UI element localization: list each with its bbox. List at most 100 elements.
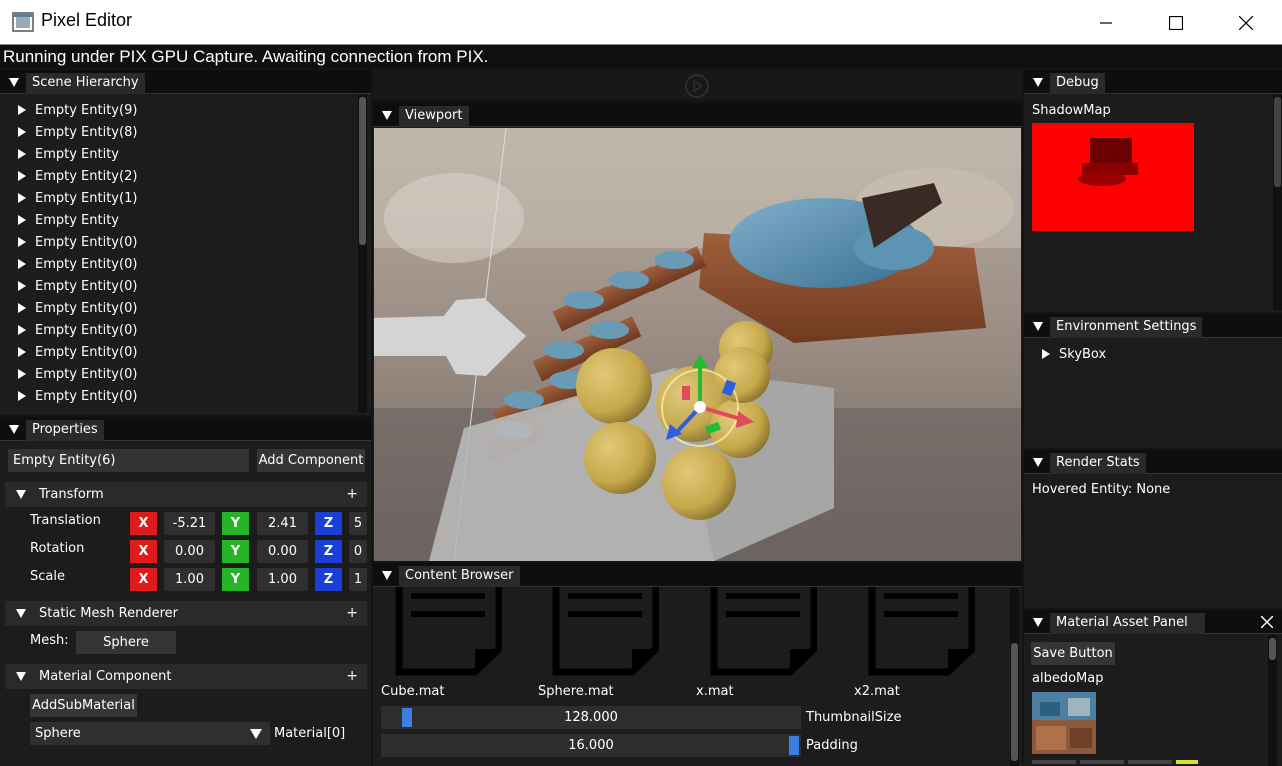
tab-environment-settings[interactable]: Environment Settings bbox=[1050, 317, 1203, 338]
scale-y-field[interactable]: 1.00 bbox=[257, 568, 308, 591]
material-component-header[interactable]: Material Component + bbox=[5, 664, 367, 689]
thumbnail-size-slider[interactable]: 128.000 bbox=[381, 706, 801, 729]
file-name[interactable]: Sphere.mat bbox=[538, 684, 614, 699]
tab-render-stats[interactable]: Render Stats bbox=[1050, 453, 1146, 474]
hierarchy-item[interactable]: Empty Entity(0) bbox=[18, 365, 137, 385]
texture-slot-bar bbox=[1032, 760, 1076, 764]
hierarchy-item-label: Empty Entity(0) bbox=[35, 367, 138, 382]
hierarchy-item[interactable]: Empty Entity(0) bbox=[18, 277, 137, 297]
translation-z-field[interactable]: 5 bbox=[349, 512, 367, 535]
file-icon[interactable] bbox=[868, 587, 975, 677]
material-asset-scrollbar[interactable] bbox=[1268, 635, 1277, 766]
rotation-z-reset[interactable]: Z bbox=[315, 540, 342, 563]
minimize-icon bbox=[1100, 21, 1112, 24]
content-scroll-thumb[interactable] bbox=[1011, 643, 1018, 761]
mesh-selector[interactable]: Sphere bbox=[76, 631, 176, 654]
hierarchy-item[interactable]: Empty Entity bbox=[18, 211, 119, 231]
scale-x-field[interactable]: 1.00 bbox=[164, 568, 215, 591]
environment-tabstrip: Environment Settings bbox=[1024, 314, 1282, 338]
rotation-y-reset[interactable]: Y bbox=[222, 540, 249, 563]
collapse-icon[interactable] bbox=[1033, 618, 1043, 627]
hierarchy-item[interactable]: Empty Entity(2) bbox=[18, 167, 137, 187]
debug-scroll-thumb[interactable] bbox=[1274, 97, 1281, 187]
hierarchy-item[interactable]: Empty Entity bbox=[18, 145, 119, 165]
translation-x-field[interactable]: -5.21 bbox=[164, 512, 215, 535]
file-name[interactable]: x.mat bbox=[696, 684, 734, 699]
rotation-x-field[interactable]: 0.00 bbox=[164, 540, 215, 563]
translation-y-reset[interactable]: Y bbox=[222, 512, 249, 535]
translation-z-reset[interactable]: Z bbox=[315, 512, 342, 535]
translation-x-reset[interactable]: X bbox=[130, 512, 157, 535]
static-mesh-add-button[interactable]: + bbox=[346, 601, 358, 626]
scale-y-reset[interactable]: Y bbox=[222, 568, 249, 591]
collapse-icon[interactable] bbox=[382, 111, 392, 120]
file-icon[interactable] bbox=[552, 587, 659, 677]
tab-properties[interactable]: Properties bbox=[26, 420, 104, 441]
hierarchy-item[interactable]: Empty Entity(8) bbox=[18, 123, 137, 143]
hierarchy-item[interactable]: Empty Entity(0) bbox=[18, 387, 137, 407]
close-button[interactable] bbox=[1211, 0, 1281, 45]
hierarchy-item[interactable]: Empty Entity(0) bbox=[18, 343, 137, 363]
scale-z-field[interactable]: 1 bbox=[349, 568, 367, 591]
hierarchy-item[interactable]: Empty Entity(0) bbox=[18, 321, 137, 341]
tab-scene-hierarchy[interactable]: Scene Hierarchy bbox=[26, 73, 145, 94]
hierarchy-item[interactable]: Empty Entity(1) bbox=[18, 189, 137, 209]
maximize-button[interactable] bbox=[1141, 0, 1211, 45]
play-icon[interactable] bbox=[684, 73, 710, 99]
translation-y-field[interactable]: 2.41 bbox=[257, 512, 308, 535]
hierarchy-item[interactable]: Empty Entity(0) bbox=[18, 299, 137, 319]
close-icon[interactable] bbox=[1261, 616, 1273, 628]
rotation-y-field[interactable]: 0.00 bbox=[257, 540, 308, 563]
minimize-button[interactable] bbox=[1071, 0, 1141, 45]
material-component-add-button[interactable]: + bbox=[346, 664, 358, 689]
static-mesh-header[interactable]: Static Mesh Renderer + bbox=[5, 601, 367, 626]
debug-scrollbar[interactable] bbox=[1273, 95, 1282, 310]
texture-slot-bar bbox=[1176, 760, 1198, 764]
scale-z-reset[interactable]: Z bbox=[315, 568, 342, 591]
albedo-map-thumbnail[interactable] bbox=[1032, 692, 1096, 754]
tree-item-skybox[interactable]: SkyBox bbox=[1042, 345, 1106, 365]
transform-title: Transform bbox=[39, 487, 104, 502]
hierarchy-scroll-thumb[interactable] bbox=[359, 97, 366, 245]
collapse-icon[interactable] bbox=[9, 425, 19, 434]
material-asset-scroll-thumb[interactable] bbox=[1269, 638, 1276, 660]
viewport-render[interactable] bbox=[374, 128, 1021, 561]
file-icon[interactable] bbox=[710, 587, 817, 677]
collapse-icon[interactable] bbox=[1033, 78, 1043, 87]
material-asset-panel: Material Asset Panel Save Button albedoM… bbox=[1024, 610, 1282, 766]
add-sub-material-button[interactable]: AddSubMaterial bbox=[30, 694, 137, 717]
collapse-icon[interactable] bbox=[1033, 458, 1043, 467]
entity-name-input[interactable]: Empty Entity(6) bbox=[8, 449, 249, 472]
collapse-icon[interactable] bbox=[1033, 322, 1043, 331]
tab-content-browser[interactable]: Content Browser bbox=[399, 566, 520, 587]
expand-arrow-icon bbox=[18, 192, 26, 203]
hierarchy-item-label: Empty Entity(2) bbox=[35, 169, 138, 184]
scale-x-reset[interactable]: X bbox=[130, 568, 157, 591]
hierarchy-scrollbar[interactable] bbox=[358, 95, 367, 413]
add-component-button[interactable]: Add Component bbox=[257, 449, 365, 472]
collapse-icon[interactable] bbox=[382, 571, 392, 580]
transform-header[interactable]: Transform + bbox=[5, 482, 367, 507]
expand-arrow-icon bbox=[18, 280, 26, 291]
hierarchy-item[interactable]: Empty Entity(0) bbox=[18, 255, 137, 275]
content-scrollbar[interactable] bbox=[1010, 588, 1019, 766]
hierarchy-item[interactable]: Empty Entity(0) bbox=[18, 233, 137, 253]
window-title: Pixel Editor bbox=[41, 10, 133, 30]
dropdown-arrow-icon bbox=[250, 729, 262, 739]
tab-viewport[interactable]: Viewport bbox=[399, 106, 469, 127]
collapse-icon[interactable] bbox=[9, 78, 19, 87]
padding-slider[interactable]: 16.000 bbox=[381, 734, 801, 757]
hierarchy-item[interactable]: Empty Entity(9) bbox=[18, 101, 137, 121]
transform-add-button[interactable]: + bbox=[346, 482, 358, 507]
file-name[interactable]: x2.mat bbox=[854, 684, 900, 699]
save-material-button[interactable]: Save Button bbox=[1031, 642, 1115, 665]
rotation-x-reset[interactable]: X bbox=[130, 540, 157, 563]
material-select-value: Sphere bbox=[35, 726, 81, 741]
file-name[interactable]: Cube.mat bbox=[381, 684, 444, 699]
material-select[interactable]: Sphere bbox=[30, 722, 270, 745]
tab-material-asset-panel[interactable]: Material Asset Panel bbox=[1050, 613, 1205, 634]
file-icon[interactable] bbox=[395, 587, 502, 677]
pix-capture-banner: Running under PIX GPU Capture. Awaiting … bbox=[0, 45, 1282, 68]
tab-debug[interactable]: Debug bbox=[1050, 73, 1105, 94]
rotation-z-field[interactable]: 0 bbox=[349, 540, 367, 563]
